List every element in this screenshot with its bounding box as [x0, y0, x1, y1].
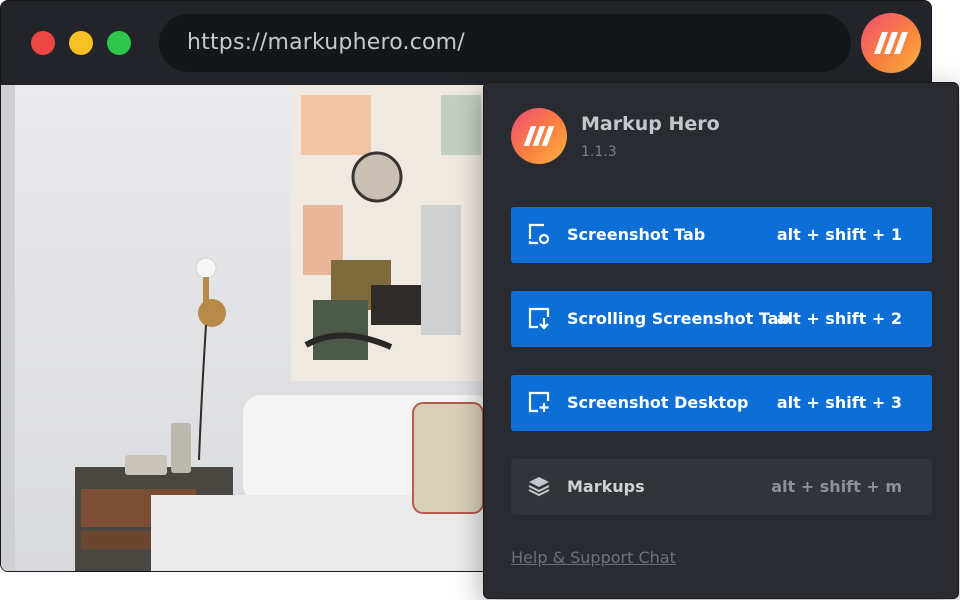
action-shortcut: alt + shift + 3 [776, 393, 902, 412]
markup-hero-logo-icon [523, 126, 555, 146]
action-shortcut: alt + shift + 2 [776, 309, 902, 328]
layers-icon [528, 477, 550, 497]
action-label: Scrolling Screenshot Tab [567, 309, 790, 328]
markup-hero-extension-button[interactable] [861, 13, 921, 73]
markup-hero-logo-icon [874, 32, 908, 54]
action-label: Markups [567, 477, 645, 496]
action-shortcut: alt + shift + 1 [776, 225, 902, 244]
action-label: Screenshot Desktop [567, 393, 749, 412]
scrolling-screenshot-tab-button[interactable]: Scrolling Screenshot Tab alt + shift + 2 [511, 291, 932, 347]
action-label: Screenshot Tab [567, 225, 706, 244]
action-shortcut: alt + shift + m [771, 477, 902, 496]
scrolling-screenshot-icon [528, 307, 550, 330]
screenshot-desktop-button[interactable]: Screenshot Desktop alt + shift + 3 [511, 375, 932, 431]
extension-popup: Markup Hero 1.1.3 Screenshot Tab alt + s… [483, 82, 959, 599]
app-version: 1.1.3 [581, 144, 617, 160]
close-window-button[interactable] [31, 31, 55, 55]
app-name: Markup Hero [581, 113, 720, 135]
help-support-link[interactable]: Help & Support Chat [511, 548, 676, 567]
app-logo [511, 108, 567, 164]
maximize-window-button[interactable] [107, 31, 131, 55]
screenshot-tab-icon [528, 223, 550, 245]
markups-button[interactable]: Markups alt + shift + m [511, 459, 932, 515]
screenshot-tab-button[interactable]: Screenshot Tab alt + shift + 1 [511, 207, 932, 263]
minimize-window-button[interactable] [69, 31, 93, 55]
browser-titlebar: https://markuphero.com/ [1, 1, 931, 85]
screenshot-desktop-icon [528, 391, 550, 413]
address-bar[interactable]: https://markuphero.com/ [159, 14, 851, 72]
